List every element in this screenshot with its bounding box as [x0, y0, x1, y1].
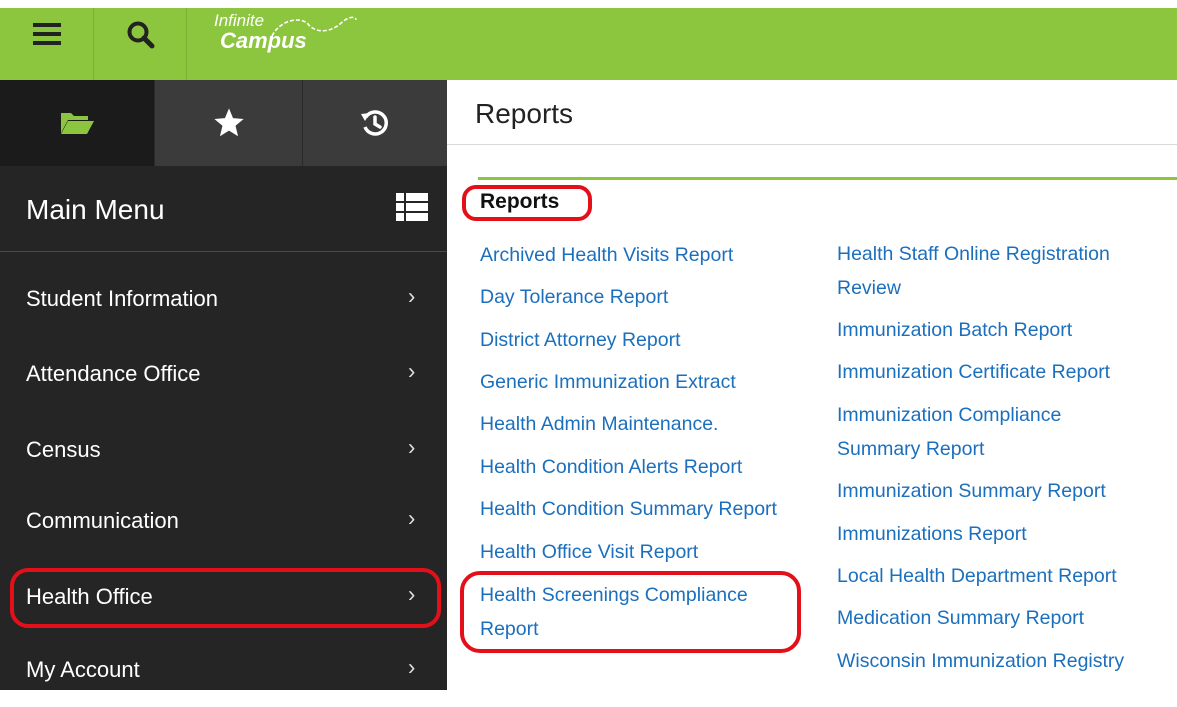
report-link[interactable]: Immunization Certificate Report	[837, 357, 1110, 388]
top-bar: Infinite Campus	[0, 0, 1177, 80]
top-border	[0, 0, 1177, 8]
sidebar-item-census[interactable]: Census ›	[0, 413, 447, 487]
highlight-health-screenings	[460, 571, 801, 653]
logo-swoosh-icon	[271, 16, 357, 37]
chevron-right-icon: ›	[408, 358, 416, 384]
report-link[interactable]: Immunization Summary Report	[837, 476, 1106, 507]
main-menu-header: Main Menu	[0, 166, 447, 252]
sidebar-item-label: Communication	[26, 508, 179, 533]
title-divider	[447, 144, 1177, 145]
report-link[interactable]: Immunization Batch Report	[837, 315, 1072, 346]
sidebar-item-communication[interactable]: Communication ›	[0, 484, 447, 558]
main-menu-title: Main Menu	[26, 194, 165, 225]
report-link[interactable]: Local Health Department Report	[837, 561, 1117, 592]
report-link[interactable]: Health Condition Summary Report	[480, 494, 777, 525]
report-link[interactable]: Health Staff Online Registration Review	[837, 237, 1167, 305]
report-link[interactable]: Wisconsin Immunization Registry	[837, 646, 1124, 677]
report-link[interactable]: Immunization Compliance Summary Report	[837, 398, 1137, 466]
report-link[interactable]: Medication Summary Report	[837, 603, 1084, 634]
search-icon	[127, 21, 154, 49]
tab-favorites[interactable]	[154, 80, 302, 166]
hamburger-menu-icon	[32, 23, 61, 45]
star-icon	[213, 108, 244, 137]
folder-open-icon	[61, 113, 94, 134]
tab-main-menu[interactable]	[0, 80, 154, 166]
sidebar-item-label: Student Information	[26, 286, 219, 311]
chevron-right-icon: ›	[408, 654, 416, 680]
tab-history[interactable]	[302, 80, 447, 166]
report-link[interactable]: Archived Health Visits Report	[480, 240, 733, 271]
sidebar-item-label: My Account	[26, 657, 140, 682]
hamburger-menu-button[interactable]	[0, 8, 94, 80]
history-icon	[361, 110, 388, 136]
report-link[interactable]: Health Condition Alerts Report	[480, 452, 742, 483]
page-title: Reports	[475, 98, 574, 129]
sidebar-item-attendance-office[interactable]: Attendance Office ›	[0, 337, 447, 411]
report-link[interactable]: Health Admin Maintenance.	[480, 409, 718, 440]
chevron-right-icon: ›	[408, 434, 416, 460]
sidebar-item-label: Attendance Office	[26, 361, 201, 386]
report-link[interactable]: Immunizations Report	[837, 519, 1027, 550]
search-button[interactable]	[95, 8, 187, 80]
highlight-health-office	[10, 568, 441, 628]
chevron-right-icon: ›	[408, 505, 416, 531]
report-link[interactable]: Generic Immunization Extract	[480, 367, 736, 398]
sidebar-item-student-information[interactable]: Student Information ›	[0, 262, 447, 336]
list-view-icon[interactable]	[396, 193, 428, 221]
sidebar-item-my-account[interactable]: My Account ›	[0, 633, 447, 707]
sidebar-tabs	[0, 80, 447, 166]
report-link[interactable]: Health Office Visit Report	[480, 537, 698, 568]
highlight-reports-heading	[462, 185, 592, 221]
chevron-right-icon: ›	[408, 283, 416, 309]
sidebar-item-label: Census	[26, 437, 101, 462]
report-link[interactable]: District Attorney Report	[480, 325, 680, 356]
sidebar: Main Menu Student Information › Attendan…	[0, 80, 447, 690]
report-link[interactable]: Day Tolerance Report	[480, 282, 668, 313]
section-divider	[478, 177, 1177, 180]
